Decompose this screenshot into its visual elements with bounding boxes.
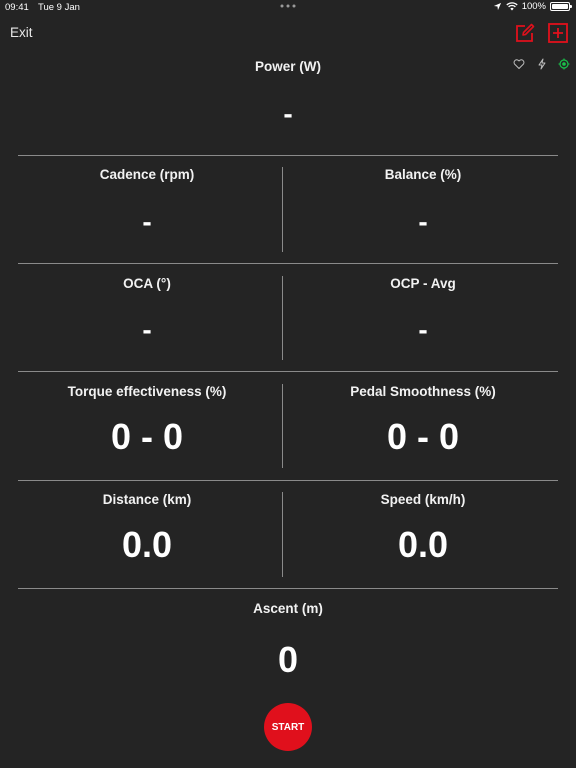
row-divider: [18, 155, 558, 156]
status-date: Tue 9 Jan: [38, 2, 80, 13]
ocp-value: -: [418, 314, 428, 345]
speed-value: 0.0: [397, 524, 449, 565]
status-indicators: 100%: [493, 1, 572, 12]
row-divider: [18, 480, 558, 481]
edit-icon[interactable]: [514, 22, 536, 44]
column-divider: [282, 492, 283, 577]
distance-value: 0.0: [121, 524, 173, 565]
distance-label: Distance (km): [102, 492, 192, 507]
ascent-label: Ascent (m): [253, 601, 323, 616]
multitasking-dots-icon[interactable]: [280, 4, 296, 8]
exit-button[interactable]: Exit: [10, 25, 33, 40]
row-divider: [18, 588, 558, 589]
column-divider: [282, 384, 283, 468]
smoothness-value: 0 - 0: [386, 416, 460, 457]
heart-icon: [513, 59, 525, 69]
battery-icon: [550, 2, 572, 11]
oca-label: OCA (°): [123, 276, 171, 291]
cadence-label: Cadence (rpm): [99, 167, 195, 182]
ocp-label: OCP - Avg: [390, 276, 456, 291]
add-icon[interactable]: [548, 23, 568, 43]
speed-label: Speed (km/h): [380, 492, 466, 507]
cadence-value: -: [142, 206, 152, 237]
start-button[interactable]: START: [264, 703, 312, 751]
status-bar: 09:41 Tue 9 Jan 100%: [0, 0, 576, 16]
row-divider: [18, 263, 558, 264]
power-label: Power (W): [255, 59, 321, 74]
gps-icon: [558, 58, 570, 70]
battery-percent: 100%: [521, 1, 546, 12]
power-value: -: [283, 98, 293, 129]
wifi-icon: [506, 2, 518, 11]
column-divider: [282, 276, 283, 360]
torque-value: 0 - 0: [110, 416, 184, 457]
column-divider: [282, 167, 283, 252]
ascent-value: 0: [277, 639, 299, 680]
bolt-icon: [538, 58, 546, 70]
balance-value: -: [418, 206, 428, 237]
location-arrow-icon: [493, 2, 501, 11]
torque-label: Torque effectiveness (%): [67, 384, 227, 399]
row-divider: [18, 371, 558, 372]
balance-label: Balance (%): [384, 167, 462, 182]
oca-value: -: [142, 314, 152, 345]
smoothness-label: Pedal Smoothness (%): [350, 384, 496, 399]
status-time: 09:41: [5, 2, 29, 13]
